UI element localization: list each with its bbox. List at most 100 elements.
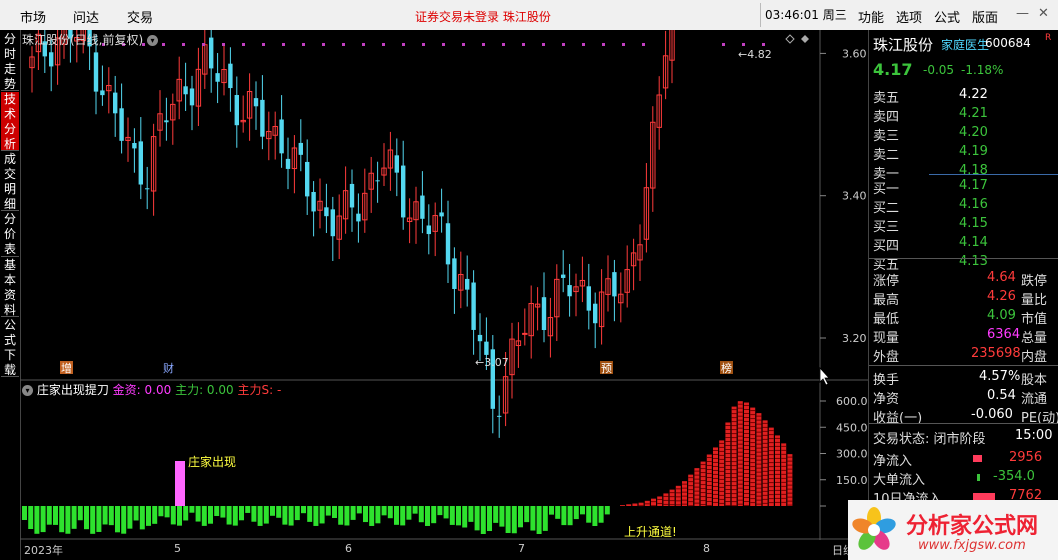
- candle-body: [49, 52, 54, 67]
- signal-dot: [522, 43, 525, 46]
- indicator-bar-negative: [555, 506, 561, 519]
- stat-label-right: 量比: [1021, 293, 1048, 308]
- diamond-icon: [801, 35, 809, 43]
- indicator-bar-negative: [22, 506, 27, 520]
- stock-flag: R: [1045, 33, 1052, 43]
- sell-level-price: 4.22: [959, 87, 988, 102]
- indicator-bar-negative: [170, 506, 176, 525]
- indicator-bar-negative: [220, 506, 226, 518]
- indicator-bar-negative: [332, 506, 337, 518]
- indicator-bar-negative: [381, 506, 387, 516]
- candle-body: [311, 191, 316, 212]
- stat-label: 最高: [873, 293, 900, 308]
- indicator-bar-negative: [164, 506, 170, 518]
- buy-level-label: 买三: [873, 220, 900, 235]
- signal-dot: [222, 43, 225, 46]
- stat-label-right: 总量: [1021, 331, 1048, 346]
- indicator-bar-positive: [787, 454, 793, 506]
- candle-body: [93, 52, 99, 92]
- fund-value: 4.57%: [979, 369, 1021, 384]
- candle-body: [484, 341, 489, 355]
- stat-label: 现量: [873, 331, 900, 346]
- candle-body: [586, 286, 591, 311]
- sell-level-price: 4.20: [959, 125, 988, 140]
- candle-body: [471, 282, 476, 330]
- fund-label: 换手: [873, 373, 900, 388]
- candle-body: [145, 188, 150, 190]
- stock-badge[interactable]: 家庭医生: [941, 36, 989, 53]
- indicator-chevron-icon[interactable]: ▾: [22, 385, 33, 396]
- indicator-bar-negative: [363, 506, 368, 523]
- stat-label-right: 内盘: [1021, 350, 1048, 365]
- tab-price-table[interactable]: 分价表: [1, 212, 19, 257]
- signal-dot: [642, 43, 645, 46]
- indicator-bar-negative: [108, 506, 114, 526]
- candle-body: [593, 303, 598, 324]
- diamond-icon: [785, 34, 795, 44]
- tab-basic-info[interactable]: 基本资料: [1, 258, 19, 317]
- candle-body: [209, 37, 214, 69]
- last-price: 4.17: [873, 60, 913, 79]
- tab-technical[interactable]: 技术分析: [1, 92, 19, 151]
- indicator-main-s: 主力S: -: [237, 383, 282, 397]
- signal-dot: [422, 43, 425, 46]
- tab-formula-download[interactable]: 公式下载: [1, 318, 19, 377]
- annotation-uptrend: 上升通道!: [624, 525, 677, 539]
- tab-intraday[interactable]: 分时走势: [1, 32, 19, 91]
- candle-body: [375, 180, 380, 182]
- minimize-icon[interactable]: —: [1016, 6, 1029, 21]
- indicator-bar-negative: [53, 506, 58, 525]
- menu-formula[interactable]: 公式: [934, 7, 960, 26]
- menu-wenda[interactable]: 问达: [73, 7, 99, 26]
- indicator-bar-negative: [28, 506, 34, 530]
- indicator-bar-negative: [573, 506, 579, 520]
- indicator-bar-negative: [505, 506, 511, 534]
- stock-code: 600684: [985, 36, 1031, 50]
- candle-body: [132, 142, 137, 149]
- indicator-bar-negative: [369, 506, 375, 526]
- indicator-tick-label: 150.0: [836, 474, 868, 487]
- chevron-down-icon[interactable]: ▾: [147, 35, 159, 46]
- indicator-bar-positive: [657, 496, 663, 506]
- indicator-bar-negative: [406, 506, 412, 520]
- indicator-bar-negative: [189, 506, 195, 513]
- price-change: -0.05: [923, 63, 955, 77]
- indicator-bar-positive: [744, 402, 749, 506]
- signal-dot: [762, 43, 765, 46]
- candle-body: [426, 225, 431, 235]
- signal-dot: [602, 43, 605, 46]
- menu-market[interactable]: 市场: [20, 7, 46, 26]
- fund-value: 0.54: [987, 388, 1016, 403]
- indicator-bar-negative: [270, 506, 275, 516]
- menu-trade[interactable]: 交易: [127, 7, 153, 26]
- section-divider-2: [869, 365, 1058, 366]
- candle-body: [330, 209, 335, 237]
- indicator-bar-negative: [449, 506, 455, 525]
- x-label-may: 5: [174, 542, 181, 555]
- menu-layout[interactable]: 版面: [972, 7, 998, 26]
- indicator-bar-negative: [493, 506, 499, 523]
- signal-dot: [242, 43, 245, 46]
- fund-label: 净资: [873, 392, 900, 407]
- sell-level-label: 卖二: [873, 148, 900, 163]
- indicator-bar-negative: [251, 506, 257, 522]
- site-logo: 分析家公式网 www.fxjgsw.com: [848, 500, 1058, 560]
- candle-body: [445, 223, 451, 265]
- indicator-bar-negative: [468, 506, 474, 522]
- section-divider: [869, 258, 1058, 259]
- price-tick-label: 3.20: [842, 332, 867, 345]
- indicator-bar-positive: [706, 454, 712, 506]
- close-icon[interactable]: ✕: [1038, 6, 1049, 21]
- tab-trades[interactable]: 成交明细: [1, 152, 19, 211]
- logo-text: 分析家公式网: [906, 514, 1039, 539]
- indicator-bar-negative: [257, 506, 263, 526]
- menu-function[interactable]: 功能: [858, 7, 884, 26]
- price-chart[interactable]: 4.804.604.404.204.003.803.603.403.20600.…: [20, 30, 868, 540]
- indicator-bar-negative: [338, 506, 344, 525]
- indicator-bar-positive: [669, 489, 675, 506]
- candle-body: [401, 165, 406, 218]
- menu-options[interactable]: 选项: [896, 7, 922, 26]
- quote-panel: 珠江股份 家庭医生 600684 R 4.17 -0.05 -1.18% 卖五 4…: [868, 30, 1058, 560]
- trade-time: 15:00: [1015, 428, 1053, 443]
- signal-dot: [262, 43, 265, 46]
